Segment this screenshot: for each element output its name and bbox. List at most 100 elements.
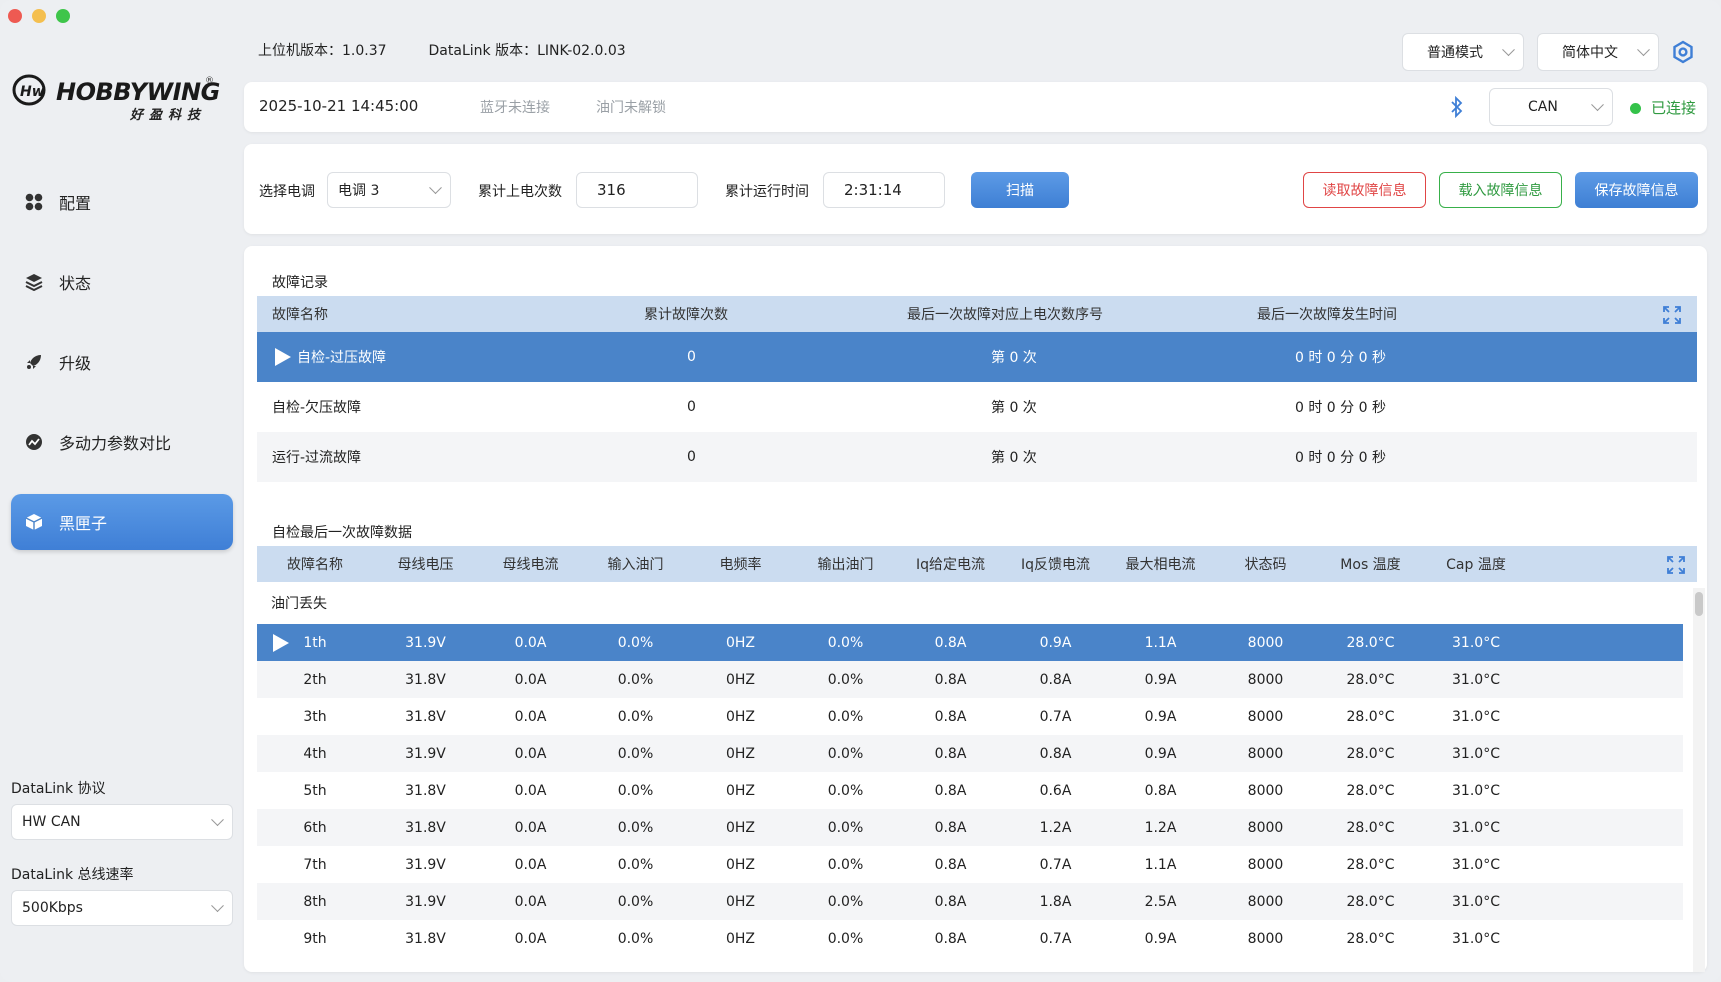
registered-mark: ® <box>205 76 214 86</box>
table-cell: 8000 <box>1247 819 1284 836</box>
datetime: 2025-10-21 14:45:00 <box>259 97 419 115</box>
table-row[interactable]: 自检-过压故障 0 第 0 次 0 时 0 分 0 秒 <box>257 332 1697 382</box>
fault-count: 0 <box>687 399 696 415</box>
connection-text: 已连接 <box>1651 99 1697 117</box>
row-selected-play-icon <box>275 348 291 370</box>
sidebar-item-status[interactable]: 状态 <box>11 254 233 310</box>
save-fault-button[interactable]: 保存故障信息 <box>1575 172 1698 208</box>
language-select[interactable]: 简体中文 <box>1537 33 1659 71</box>
sidebar-item-blackbox[interactable]: 黑匣子 <box>11 494 233 550</box>
bus-rate-select[interactable]: 500Kbps <box>11 890 233 926</box>
grid-icon <box>23 191 45 213</box>
table-cell: 0.8A <box>934 634 967 651</box>
esc-select[interactable]: 电调 3 <box>327 172 451 208</box>
table-cell: 0.8A <box>934 782 967 799</box>
sidebar-item-multi-compare[interactable]: 多动力参数对比 <box>11 414 233 470</box>
table-cell: 0HZ <box>725 893 756 910</box>
table-cell: 4th <box>303 745 327 762</box>
table-cell: 0.9A <box>1144 930 1177 947</box>
fault-time: 0 时 0 分 0 秒 <box>1295 450 1386 466</box>
protocol-label: DataLink 协议 <box>11 781 106 797</box>
table-row[interactable]: 6th 31.8V 0.0A 0.0% 0HZ 0.0% 0.8A 1.2A 1.2A 8000 2… <box>257 809 1683 846</box>
table-cell: 0HZ <box>725 856 756 873</box>
table-cell: 0.0% <box>617 745 654 762</box>
table-row[interactable]: 1th 31.9V 0.0A 0.0% 0HZ 0.0% 0.8A 0.9A 1.1A 8000 2… <box>257 624 1683 661</box>
table-row[interactable]: 运行-过流故障 0 第 0 次 0 时 0 分 0 秒 <box>257 432 1697 482</box>
table-cell: 0.9A <box>1144 745 1177 762</box>
logo-text: HOBBYWING <box>56 78 220 106</box>
sidebar: Hw HOBBYWING ® 好盈科技 配置 状态 升级 多动力参数对比 黑匣子… <box>0 0 244 982</box>
table-cell: 1.2A <box>1039 819 1072 836</box>
table-row[interactable]: 3th 31.8V 0.0A 0.0% 0HZ 0.0% 0.8A 0.7A 0.9A 8000 2… <box>257 698 1683 735</box>
table-cell: 3th <box>303 708 327 725</box>
table-cell: 0.7A <box>1039 856 1072 873</box>
mode-select[interactable]: 普通模式 <box>1402 33 1524 71</box>
bluetooth-status: 蓝牙未连接 <box>480 100 550 116</box>
table-cell: 31.0°C <box>1452 819 1500 836</box>
table-cell: 0.0% <box>827 819 864 836</box>
runtime-field[interactable]: 2:31:14 <box>823 172 945 208</box>
read-fault-button[interactable]: 读取故障信息 <box>1303 172 1426 208</box>
last-fault-title: 自检最后一次故障数据 <box>272 525 412 541</box>
settings-gear-icon[interactable] <box>1671 40 1695 64</box>
table-row[interactable]: 9th 31.8V 0.0A 0.0% 0HZ 0.0% 0.8A 0.7A 0.9A 8000 2… <box>257 920 1683 957</box>
col-fault-count: 累计故障次数 <box>644 307 728 323</box>
load-fault-button[interactable]: 载入故障信息 <box>1439 172 1562 208</box>
runtime-label: 累计运行时间 <box>725 184 809 200</box>
table-cell: 8000 <box>1247 930 1284 947</box>
table-cell: 0.9A <box>1144 708 1177 725</box>
table-cell: 28.0°C <box>1346 782 1395 799</box>
table-cell: 28.0°C <box>1346 671 1395 688</box>
sidebar-item-upgrade[interactable]: 升级 <box>11 334 233 390</box>
table-cell: 8000 <box>1247 745 1284 762</box>
table-cell: 31.8V <box>405 671 446 688</box>
scrollbar-thumb[interactable] <box>1695 592 1703 616</box>
table-cell: 0HZ <box>725 671 756 688</box>
table-cell: 0.8A <box>934 819 967 836</box>
throttle-status: 油门未解锁 <box>596 100 666 116</box>
power-count-field[interactable]: 316 <box>576 172 698 208</box>
fault-time: 0 时 0 分 0 秒 <box>1295 350 1386 366</box>
sidebar-item-label: 升级 <box>59 354 92 373</box>
table-cell: 31.9V <box>405 893 446 910</box>
col-header: 最大相电流 <box>1125 557 1196 573</box>
expand-icon[interactable] <box>1663 306 1681 324</box>
col-header: 故障名称 <box>287 557 343 573</box>
table-row[interactable]: 5th 31.8V 0.0A 0.0% 0HZ 0.0% 0.8A 0.6A 0.8A 8000 2… <box>257 772 1683 809</box>
gauge-icon <box>23 431 45 453</box>
table-cell: 31.8V <box>405 930 446 947</box>
table-row[interactable]: 7th 31.9V 0.0A 0.0% 0HZ 0.0% 0.8A 0.7A 1.1A 8000 2… <box>257 846 1683 883</box>
sidebar-item-config[interactable]: 配置 <box>11 174 233 230</box>
col-header: Mos 温度 <box>1340 557 1401 573</box>
sidebar-item-label: 黑匣子 <box>59 514 108 533</box>
expand-icon[interactable] <box>1667 556 1685 574</box>
chevron-down-icon <box>211 813 224 827</box>
table-cell: 28.0°C <box>1346 856 1395 873</box>
protocol-select[interactable]: HW CAN <box>11 804 233 840</box>
col-header: 输入油门 <box>607 557 664 573</box>
table-cell: 0.0A <box>514 634 547 651</box>
bus-type-select[interactable]: CAN <box>1489 88 1613 126</box>
table-cell: 0.8A <box>1144 782 1177 799</box>
table-cell: 28.0°C <box>1346 930 1395 947</box>
table-row[interactable]: 8th 31.9V 0.0A 0.0% 0HZ 0.0% 0.8A 1.8A 2.5A 8000 2… <box>257 883 1683 920</box>
connected-dot-icon <box>1630 103 1641 114</box>
table-cell: 0HZ <box>725 745 756 762</box>
table-cell: 31.9V <box>405 856 446 873</box>
table-cell: 0.0% <box>617 930 654 947</box>
table-row[interactable]: 自检-欠压故障 0 第 0 次 0 时 0 分 0 秒 <box>257 382 1697 432</box>
scrollbar[interactable] <box>1693 588 1705 972</box>
last-fault-rows: 1th 31.9V 0.0A 0.0% 0HZ 0.0% 0.8A 0.9A 1.1A 8000 2… <box>257 624 1697 957</box>
chevron-down-icon <box>1591 98 1604 112</box>
table-cell: 8000 <box>1247 708 1284 725</box>
table-cell: 5th <box>303 782 327 799</box>
chevron-down-icon <box>211 899 224 913</box>
table-cell: 7th <box>303 856 327 873</box>
table-row[interactable]: 4th 31.9V 0.0A 0.0% 0HZ 0.0% 0.8A 0.8A 0.9A 8000 2… <box>257 735 1683 772</box>
table-cell: 0.0A <box>514 671 547 688</box>
chevron-down-icon <box>1502 43 1515 57</box>
scan-button[interactable]: 扫描 <box>971 172 1069 208</box>
bluetooth-icon[interactable] <box>1449 96 1465 118</box>
table-row[interactable]: 2th 31.8V 0.0A 0.0% 0HZ 0.0% 0.8A 0.8A 0.9A 8000 2… <box>257 661 1683 698</box>
table-cell: 2.5A <box>1144 893 1177 910</box>
